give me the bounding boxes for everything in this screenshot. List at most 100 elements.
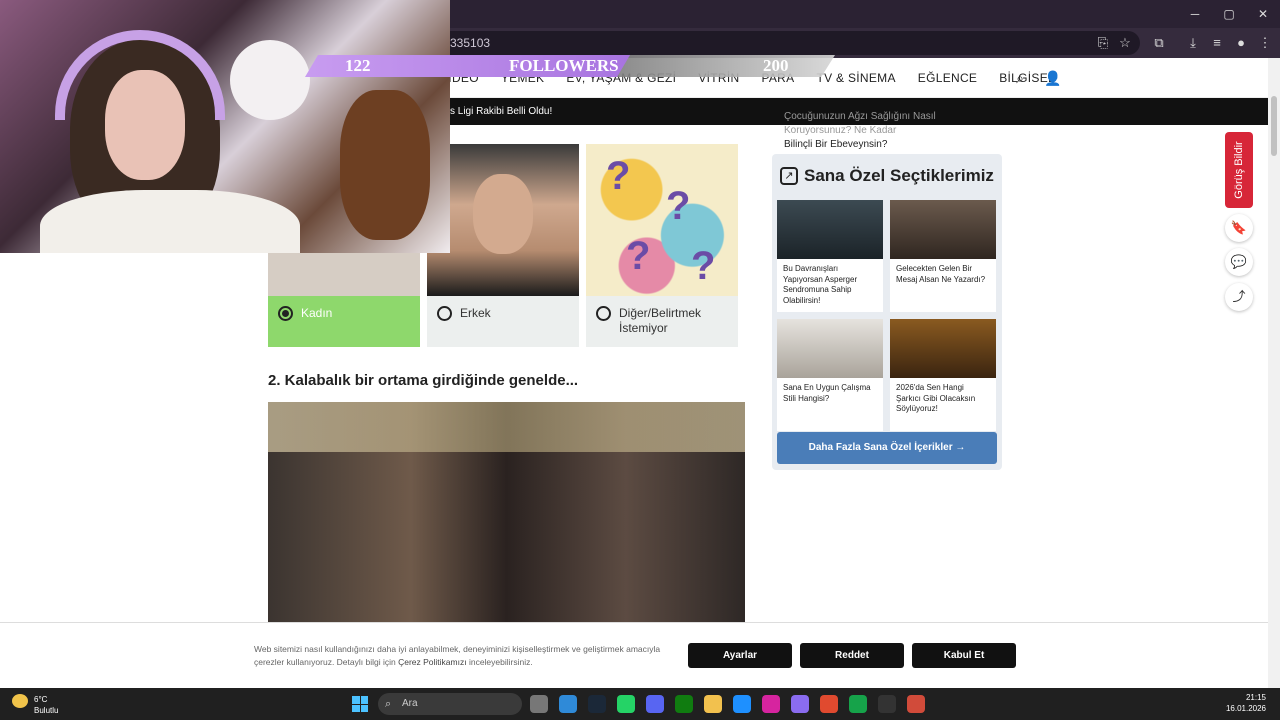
maximize-button[interactable]: ▢ (1212, 0, 1246, 28)
windows-taskbar: 6°C Bulutlu ⌕ Ara 21:15 16.01.2026 (0, 688, 1280, 720)
bookmark-star-icon[interactable]: ☆ (1116, 34, 1134, 52)
search-icon: ⌕ (385, 698, 392, 710)
option-text: Erkek (460, 306, 491, 320)
follower-goal-remaining (605, 55, 835, 77)
feedback-label: Görüş Bildir (1233, 141, 1245, 199)
clock-time: 21:15 (1245, 693, 1266, 702)
comments-icon[interactable]: 💬 (1225, 248, 1253, 276)
windows-start-icon[interactable] (352, 696, 368, 712)
taskbar-search[interactable]: ⌕ Ara (378, 693, 522, 715)
recommendation-thumbnail (777, 200, 883, 259)
app-green-icon[interactable] (849, 695, 867, 713)
window-controls: ─ ▢ ✕ (1178, 0, 1280, 28)
recommendation-thumbnail (777, 319, 883, 378)
recommendation-thumbnail (890, 319, 996, 378)
cookie-accept-button[interactable]: Kabul Et (912, 643, 1016, 668)
image-background-band (268, 402, 745, 452)
weather-desc: Bulutlu (34, 706, 59, 715)
sidebar-faded-text: Çocuğunuzun Ağzı Sağlığını Nasıl Koruyor… (784, 111, 936, 136)
minimize-button[interactable]: ─ (1178, 0, 1212, 28)
plush-toy-image (230, 40, 310, 120)
headset-icon (55, 30, 225, 120)
radio-icon (596, 306, 611, 321)
recommendations-title: Sana Özel Seçtiklerimiz (804, 166, 994, 185)
option-label: Erkek (437, 306, 491, 321)
scrollbar-thumb[interactable] (1271, 96, 1277, 156)
recommendation-item[interactable]: 2026'da Sen Hangi Şarkıcı Gibi Olacaksın… (890, 319, 996, 431)
followers-goal: 200 (763, 56, 789, 75)
steam-icon[interactable] (588, 695, 606, 713)
cookie-reject-button[interactable]: Reddet (800, 643, 904, 668)
obs-icon[interactable] (878, 695, 896, 713)
system-tray-clock[interactable]: 21:15 16.01.2026 (1226, 692, 1266, 714)
weather-icon (12, 694, 28, 708)
sidebar-article-link[interactable]: Çocuğunuzun Ağzı Sağlığını Nasıl Koruyor… (784, 110, 1004, 152)
file-explorer-icon[interactable] (704, 695, 722, 713)
search-icon[interactable]: ⌕ (1012, 70, 1028, 86)
question-mark-icon: ? (666, 184, 691, 228)
cookie-settings-button[interactable]: Ayarlar (688, 643, 792, 668)
followers-label: FOLLOWERS (509, 56, 619, 75)
cookie-consent-bar: Web sitemizi nasıl kullandığınızı daha i… (0, 622, 1268, 688)
instagram-icon[interactable] (762, 695, 780, 713)
taskbar-search-placeholder: Ara (402, 698, 418, 709)
radio-icon (437, 306, 452, 321)
page-scrollbar[interactable] (1268, 58, 1280, 688)
cookie-text-end: inceleyebilirsiniz. (466, 657, 533, 667)
question-mark-icon: ? (606, 154, 631, 198)
option-label: Diğer/Belirtmek İstemiyor (596, 306, 726, 336)
recommendation-item[interactable]: Bu Davranışları Yapıyorsan Asperger Send… (777, 200, 883, 312)
nav-item-eglence[interactable]: EĞLENCE (918, 71, 977, 85)
option-label: Kadın (278, 306, 332, 321)
bookmark-icon[interactable]: 🔖 (1225, 214, 1253, 242)
chrome-active-icon[interactable] (907, 695, 925, 713)
option-text: Kadın (301, 306, 333, 320)
taskview-icon[interactable] (530, 695, 548, 713)
edge-icon[interactable] (559, 695, 577, 713)
close-button[interactable]: ✕ (1246, 0, 1280, 28)
feedback-button[interactable]: Görüş Bildir (1225, 132, 1253, 208)
extensions-icon[interactable]: ⧉ (1150, 34, 1168, 52)
install-app-icon[interactable]: ⎘ (1094, 34, 1112, 52)
clock-date: 16.01.2026 (1225, 704, 1266, 713)
chrome-icon[interactable] (820, 695, 838, 713)
recommendations-card: ↗ Sana Özel Seçtiklerimiz Bu Davranışlar… (772, 154, 1002, 470)
recommendation-item[interactable]: Gelecekten Gelen Bir Mesaj Alsan Ne Yaza… (890, 200, 996, 312)
recommendation-caption: 2026'da Sen Hangi Şarkıcı Gibi Olacaksın… (896, 383, 976, 413)
app-c-icon[interactable] (733, 695, 751, 713)
ticker-text: s Ligi Rakibi Belli Oldu! (450, 106, 553, 117)
option-image: ? ? ? ? (586, 144, 738, 296)
user-icon[interactable]: 👤 (1044, 70, 1061, 86)
discord-icon[interactable] (646, 695, 664, 713)
person-sweater-image (40, 190, 300, 253)
app-icon[interactable] (791, 695, 809, 713)
menu-icon[interactable]: ⋮ (1256, 34, 1274, 52)
address-bar[interactable]: 335103 (400, 31, 1140, 55)
recommendation-item[interactable]: Sana En Uygun Çalışma Stili Hangisi? (777, 319, 883, 431)
media-icon[interactable]: ≡ (1208, 34, 1226, 52)
recommendation-thumbnail (890, 200, 996, 259)
whatsapp-icon[interactable] (617, 695, 635, 713)
share-icon[interactable]: ⤴ (1225, 283, 1253, 311)
url-text: 335103 (450, 36, 491, 50)
plush-monkey-image (340, 90, 430, 240)
webcam-overlay (0, 0, 450, 253)
radio-selected-icon (278, 306, 293, 321)
profile-avatar-icon[interactable]: ● (1232, 34, 1250, 52)
recommendation-caption: Bu Davranışları Yapıyorsan Asperger Send… (783, 264, 858, 305)
followers-current: 122 (345, 56, 371, 75)
sidebar-article-title: Bilinçli Bir Ebeveynsin? (784, 139, 888, 150)
follower-goal-bar: 122 FOLLOWERS 200 (305, 55, 835, 77)
external-link-icon: ↗ (780, 167, 798, 185)
cookie-policy-link[interactable]: Çerez Politikamızı (398, 657, 467, 667)
more-recommendations-button[interactable]: Daha Fazla Sana Özel İçerikler → (777, 432, 997, 464)
option-text: Diğer/Belirtmek İstemiyor (619, 306, 702, 335)
question-2-image (268, 402, 745, 622)
weather-temp: 6°C (34, 695, 48, 704)
recommendation-caption: Gelecekten Gelen Bir Mesaj Alsan Ne Yaza… (896, 264, 986, 284)
recommendation-caption: Sana En Uygun Çalışma Stili Hangisi? (783, 383, 871, 403)
xbox-icon[interactable] (675, 695, 693, 713)
download-icon[interactable]: ⤓ (1184, 34, 1202, 52)
question-mark-icon: ? (691, 244, 716, 288)
option-diger[interactable]: ? ? ? ? Diğer/Belirtmek İstemiyor (586, 144, 738, 347)
